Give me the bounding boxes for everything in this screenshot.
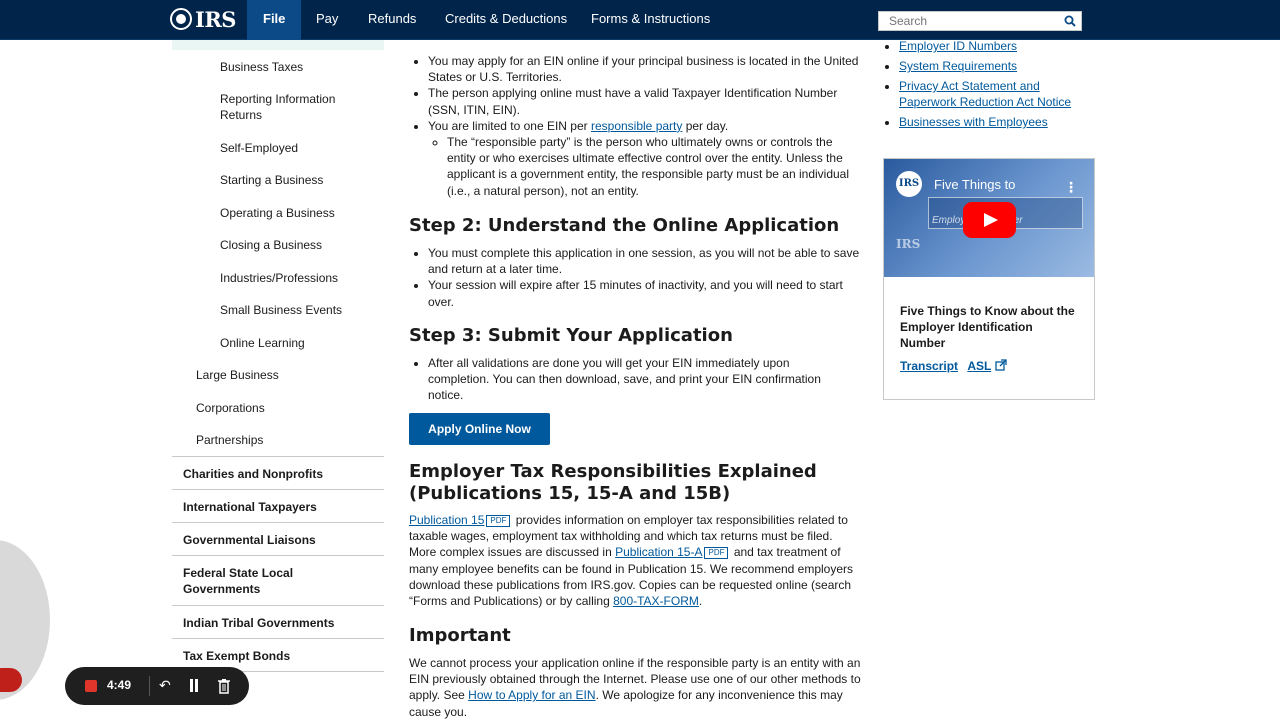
sidebar-item-self-employed[interactable]: Self-Employed <box>220 140 370 156</box>
sidebar-item-corporations[interactable]: Corporations <box>196 400 265 416</box>
stop-icon[interactable] <box>85 680 97 692</box>
employer-text-end: . <box>698 594 703 609</box>
irs-logo[interactable]: IRS <box>170 6 236 32</box>
important-paragraph: We cannot process your application onlin… <box>409 655 861 720</box>
nav-credits-deductions[interactable]: Credits & Deductions <box>445 0 567 40</box>
play-button-icon[interactable] <box>963 202 1016 238</box>
privacy-act-link[interactable]: Privacy Act Statement and Paperwork Redu… <box>899 79 1071 109</box>
step3-heading: Step 3: Submit Your Application <box>409 325 733 346</box>
employer-heading: Employer Tax Responsibilities Explained … <box>409 461 817 504</box>
video-caption: Five Things to Know about the Employer I… <box>900 304 1075 350</box>
nav-pay[interactable]: Pay <box>316 0 338 40</box>
important-heading: Important <box>409 625 511 646</box>
system-requirements-link[interactable]: System Requirements <box>899 59 1017 73</box>
nav-forms-instructions[interactable]: Forms & Instructions <box>591 0 710 40</box>
sidebar-item-closing-a-business[interactable]: Closing a Business <box>220 237 370 253</box>
top-navigation: IRS File Pay Refunds Credits & Deduction… <box>0 0 1280 40</box>
video-card: IRS Five Things to ⋮ Employ tion Number … <box>883 158 1095 400</box>
step3-list: After all validations are done you will … <box>409 355 839 404</box>
video-title: Five Things to <box>934 177 1016 192</box>
step2-list: You must complete this application in on… <box>409 245 861 310</box>
sidebar-active-strip <box>172 40 384 50</box>
list-item: You may apply for an EIN online if your … <box>428 53 861 85</box>
external-link-icon <box>994 359 1007 371</box>
list-item: You are limited to one EIN per responsib… <box>428 118 861 199</box>
nav-file[interactable]: File <box>247 0 302 40</box>
list-item: The “responsible party” is the person wh… <box>447 134 861 199</box>
list-item: After all validations are done you will … <box>428 355 839 404</box>
responsible-party-link[interactable]: responsible party <box>591 119 682 133</box>
video-links: Transcript ASL <box>900 359 1007 373</box>
sidebar-item-small-business-events[interactable]: Small Business Events <box>220 302 370 318</box>
list-item: The person applying online must have a v… <box>428 85 861 117</box>
divider <box>149 676 150 696</box>
asl-link[interactable]: ASL <box>967 359 991 373</box>
irs-watermark: IRS <box>896 237 921 251</box>
transcript-link[interactable]: Transcript <box>900 359 958 373</box>
sidebar-item-operating-a-business[interactable]: Operating a Business <box>220 205 370 221</box>
businesses-with-employees-link[interactable]: Businesses with Employees <box>899 115 1048 129</box>
list-item: You must complete this application in on… <box>428 245 861 277</box>
apply-online-now-button[interactable]: Apply Online Now <box>409 413 550 445</box>
step1-list: You may apply for an EIN online if your … <box>409 53 861 199</box>
step1-limit-text-end: per day. <box>682 118 729 133</box>
search-box <box>878 11 1082 31</box>
nav-refunds[interactable]: Refunds <box>368 0 416 40</box>
search-input[interactable] <box>879 12 1049 30</box>
publication-15-link[interactable]: Publication 15 <box>409 513 484 527</box>
sidebar-section-governmental-liaisons[interactable]: Governmental Liaisons <box>172 522 384 555</box>
how-to-apply-link[interactable]: How to Apply for an EIN <box>468 688 595 702</box>
irs-channel-icon: IRS <box>896 171 922 197</box>
employer-paragraph: Publication 15 PDF provides information o… <box>409 512 856 609</box>
pause-icon[interactable] <box>189 679 199 692</box>
sidebar-item-partnerships[interactable]: Partnerships <box>196 432 263 448</box>
pdf-badge: PDF <box>704 547 729 560</box>
sidebar-item-starting-a-business[interactable]: Starting a Business <box>220 172 370 188</box>
screen-recorder-toolbar: 4:49 ↶ <box>65 667 249 705</box>
trash-icon[interactable] <box>217 678 231 694</box>
employer-id-numbers-link[interactable]: Employer ID Numbers <box>899 39 1017 53</box>
sidebar-section-federal-state-local[interactable]: Federal State Local Governments <box>172 555 384 605</box>
sidebar-item-business-taxes[interactable]: Business Taxes <box>220 59 370 75</box>
step1-limit-text: You are limited to one EIN per <box>428 118 591 133</box>
sidebar-item-online-learning[interactable]: Online Learning <box>220 335 370 351</box>
sidebar-section-indian-tribal[interactable]: Indian Tribal Governments <box>172 605 384 638</box>
sidebar-item-large-business[interactable]: Large Business <box>196 367 279 383</box>
irs-eagle-icon <box>170 8 192 30</box>
undo-icon[interactable]: ↶ <box>159 677 171 694</box>
more-options-icon[interactable]: ⋮ <box>1064 179 1078 196</box>
step2-heading: Step 2: Understand the Online Applicatio… <box>409 215 840 236</box>
sidebar-item-industries-professions[interactable]: Industries/Professions <box>220 270 370 286</box>
sidebar-section-international[interactable]: International Taxpayers <box>172 489 384 522</box>
sidebar-item-reporting-information-returns[interactable]: Reporting Information Returns <box>220 91 370 123</box>
video-player[interactable]: IRS Five Things to ⋮ Employ tion Number … <box>884 159 1094 277</box>
logo-text: IRS <box>195 6 236 32</box>
search-icon[interactable] <box>1064 15 1076 27</box>
publication-15a-link[interactable]: Publication 15-A <box>615 545 702 559</box>
related-links: Employer ID Numbers System Requirements … <box>884 38 1089 134</box>
list-item: Your session will expire after 15 minute… <box>428 277 861 309</box>
pdf-badge: PDF <box>486 515 511 527</box>
recording-time: 4:49 <box>107 678 132 692</box>
sidebar-section-charities[interactable]: Charities and Nonprofits <box>172 456 384 489</box>
phone-link[interactable]: 800-TAX-FORM <box>613 594 699 608</box>
